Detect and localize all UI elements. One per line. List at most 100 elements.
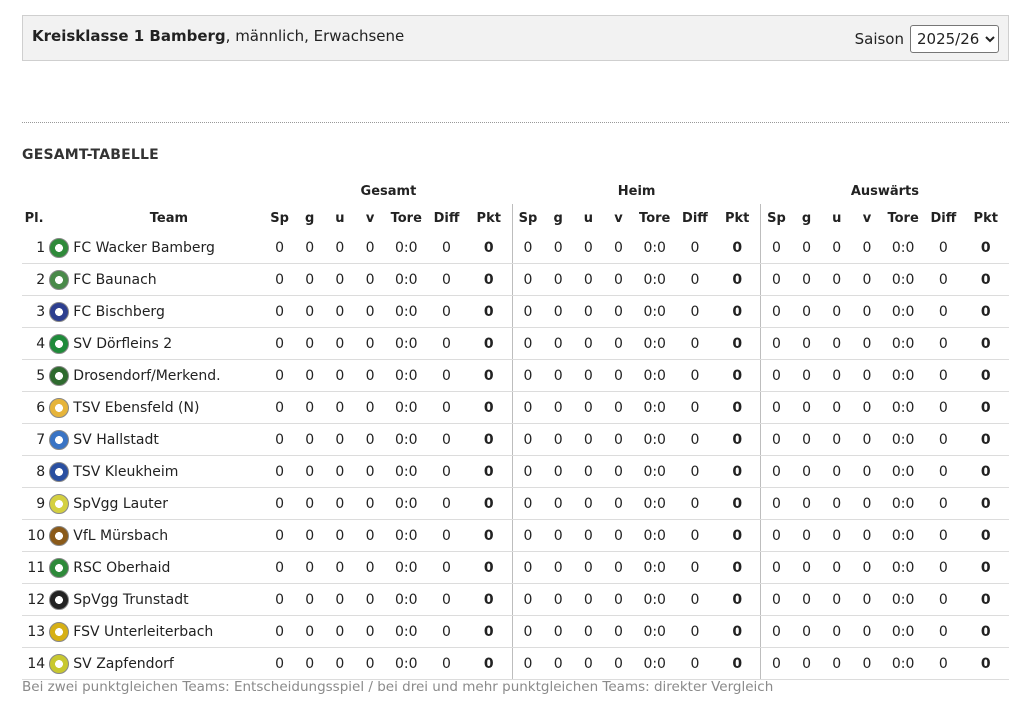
auswaerts-diff: 0 [924,327,963,360]
rank: 5 [22,359,46,392]
heim-diff: 0 [675,647,715,680]
heim-sp: 0 [512,391,544,424]
auswaerts-u: 0 [821,423,852,456]
team-name[interactable]: TSV Ebensfeld (N) [73,391,265,424]
col-auswaerts-u: u [832,210,842,226]
group-auswaerts: Auswärts [850,183,920,199]
team-logo-cell [45,263,74,296]
group-header-row: Gesamt Heim Auswärts [22,178,1009,204]
auswaerts-sp: 0 [760,487,792,520]
auswaerts-pkt: 0 [962,359,1009,392]
heim-u: 0 [573,327,604,360]
auswaerts-pkt: 0 [962,263,1009,296]
heim-pkt: 0 [714,423,762,456]
team-logo-cell [45,391,74,424]
gesamt-g: 0 [294,551,325,584]
col-gesamt-u: u [335,210,345,226]
table-row: 2 FC Baunach 0 0 0 0 0:0 0 0 0 0 0 0 0:0 0 0 0 0 0 0 0:0 0 0 [22,263,1009,296]
gesamt-tore: 0:0 [385,455,428,488]
auswaerts-pkt: 0 [962,519,1009,552]
col-heim-diff: Diff [682,210,708,226]
gesamt-diff: 0 [427,487,466,520]
gesamt-u: 0 [324,455,355,488]
team-name[interactable]: FSV Unterleiterbach [73,615,265,648]
heim-u: 0 [573,455,604,488]
team-name[interactable]: SpVgg Lauter [73,487,265,520]
auswaerts-v: 0 [851,615,883,648]
gesamt-tore: 0:0 [385,423,428,456]
gesamt-g: 0 [294,615,325,648]
auswaerts-diff: 0 [924,455,963,488]
gesamt-sp: 0 [264,551,295,584]
team-name[interactable]: SV Hallstadt [73,423,265,456]
auswaerts-u: 0 [821,295,852,328]
team-name[interactable]: Drosendorf/Merkend. [73,359,265,392]
gesamt-v: 0 [354,232,386,264]
auswaerts-pkt: 0 [962,455,1009,488]
gesamt-diff: 0 [427,647,466,680]
gesamt-g: 0 [294,519,325,552]
heim-sp: 0 [512,519,544,552]
heim-sp: 0 [512,327,544,360]
auswaerts-tore: 0:0 [882,327,925,360]
auswaerts-diff: 0 [924,487,963,520]
heim-sp: 0 [512,583,544,616]
heim-v: 0 [603,455,634,488]
heim-pkt: 0 [714,391,762,424]
heim-sp: 0 [512,423,544,456]
gesamt-sp: 0 [264,327,295,360]
table-row: 12 SpVgg Trunstadt 0 0 0 0 0:0 0 0 0 0 0 0 0:0 0 0 0 0 0 0 0… [22,583,1009,616]
team-name[interactable]: RSC Oberhaid [73,551,265,584]
heim-pkt: 0 [714,615,762,648]
auswaerts-diff: 0 [924,647,963,680]
gesamt-tore: 0:0 [385,519,428,552]
rank: 11 [22,551,46,584]
heim-v: 0 [603,583,634,616]
heim-u: 0 [573,519,604,552]
heim-u: 0 [573,551,604,584]
team-logo-cell [45,423,74,456]
team-name[interactable]: FC Wacker Bamberg [73,232,265,264]
team-name[interactable]: SV Zapfendorf [73,647,265,680]
heim-u: 0 [573,359,604,392]
gesamt-g: 0 [294,647,325,680]
heim-diff: 0 [675,295,715,328]
auswaerts-v: 0 [851,232,883,264]
team-name[interactable]: TSV Kleukheim [73,455,265,488]
saison-label: Saison [854,30,904,48]
gesamt-sp: 0 [264,615,295,648]
gesamt-sp: 0 [264,232,295,264]
auswaerts-g: 0 [791,551,822,584]
auswaerts-tore: 0:0 [882,232,925,264]
auswaerts-u: 0 [821,455,852,488]
team-name[interactable]: FC Bischberg [73,295,265,328]
auswaerts-pkt: 0 [962,423,1009,456]
auswaerts-pkt: 0 [962,391,1009,424]
team-name[interactable]: SV Dörfleins 2 [73,327,265,360]
gesamt-tore: 0:0 [385,583,428,616]
auswaerts-g: 0 [791,263,822,296]
rank: 1 [22,232,46,264]
auswaerts-u: 0 [821,391,852,424]
col-heim-v: v [614,210,623,226]
team-name[interactable]: SpVgg Trunstadt [73,583,265,616]
heim-v: 0 [603,327,634,360]
saison-select[interactable]: 2025/26 [910,25,999,53]
team-name[interactable]: FC Baunach [73,263,265,296]
heim-tore: 0:0 [633,647,676,680]
col-gesamt-tore: Tore [390,210,422,226]
auswaerts-diff: 0 [924,391,963,424]
gesamt-u: 0 [324,295,355,328]
heim-g: 0 [543,487,574,520]
table-row: 3 FC Bischberg 0 0 0 0 0:0 0 0 0 0 0 0 0:0 0 0 0 0 0 0 0:0 0 0 [22,295,1009,328]
col-gesamt-sp: Sp [270,210,289,226]
team-name[interactable]: VfL Mürsbach [73,519,265,552]
gesamt-pkt: 0 [465,519,513,552]
heim-tore: 0:0 [633,487,676,520]
auswaerts-pkt: 0 [962,647,1009,680]
table-row: 1 FC Wacker Bamberg 0 0 0 0 0:0 0 0 0 0 0 0 0:0 0 0 0 0 0 0… [22,232,1009,264]
heim-pkt: 0 [714,232,762,264]
gesamt-g: 0 [294,455,325,488]
auswaerts-g: 0 [791,487,822,520]
auswaerts-pkt: 0 [962,583,1009,616]
